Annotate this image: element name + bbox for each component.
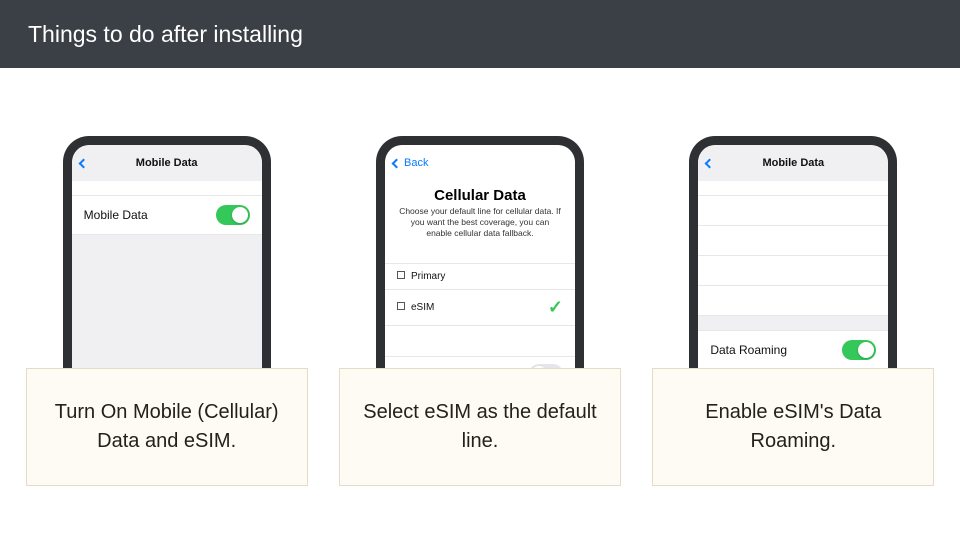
- empty-row: [698, 286, 888, 316]
- steps-container: Mobile Data Mobile Data Turn On Mobile (…: [0, 68, 960, 486]
- allow-switching-row[interactable]: Allow Cellular Data Switching: [385, 357, 575, 368]
- box-icon: [397, 302, 405, 310]
- page-header: Things to do after installing: [0, 0, 960, 68]
- step-1: Mobile Data Mobile Data Turn On Mobile (…: [26, 136, 308, 486]
- toggle-switch[interactable]: [842, 340, 876, 360]
- page-title: Things to do after installing: [28, 21, 303, 48]
- phone1-nav-title: Mobile Data: [72, 157, 262, 169]
- phone2-navbar: Back: [385, 145, 575, 181]
- empty-row: [698, 196, 888, 226]
- toggle-switch[interactable]: [216, 205, 250, 225]
- phone-mock-1: Mobile Data Mobile Data: [63, 136, 271, 368]
- step-2-caption: Select eSIM as the default line.: [339, 368, 621, 486]
- back-label: Back: [404, 157, 428, 169]
- cellular-data-title: Cellular Data: [385, 181, 575, 206]
- phone1-navbar: Mobile Data: [72, 145, 262, 181]
- phone-mock-3: Mobile Data Data Roaming: [689, 136, 897, 368]
- empty-row: [698, 256, 888, 286]
- phone-mock-2: Back Cellular Data Choose your default l…: [376, 136, 584, 368]
- checkmark-icon: ✓: [548, 297, 563, 318]
- toggle-switch[interactable]: [529, 364, 563, 368]
- option-esim[interactable]: eSIM ✓: [385, 290, 575, 326]
- back-button[interactable]: Back: [393, 157, 428, 169]
- cellular-data-description: Choose your default line for cellular da…: [385, 206, 575, 249]
- step-1-caption: Turn On Mobile (Cellular) Data and eSIM.: [26, 368, 308, 486]
- phone3-nav-title: Mobile Data: [698, 157, 888, 169]
- mobile-data-label: Mobile Data: [84, 208, 148, 222]
- empty-row: [698, 226, 888, 256]
- step-3: Mobile Data Data Roaming: [652, 136, 934, 486]
- phone3-navbar: Mobile Data: [698, 145, 888, 181]
- box-icon: [397, 271, 405, 279]
- step-3-caption: Enable eSIM's Data Roaming.: [652, 368, 934, 486]
- mobile-data-toggle-row[interactable]: Mobile Data: [72, 196, 262, 235]
- data-roaming-label: Data Roaming: [710, 343, 787, 357]
- option-primary[interactable]: Primary: [385, 264, 575, 290]
- step-2: Back Cellular Data Choose your default l…: [339, 136, 621, 486]
- data-roaming-toggle-row[interactable]: Data Roaming: [698, 331, 888, 368]
- back-chevron-icon: [392, 158, 402, 168]
